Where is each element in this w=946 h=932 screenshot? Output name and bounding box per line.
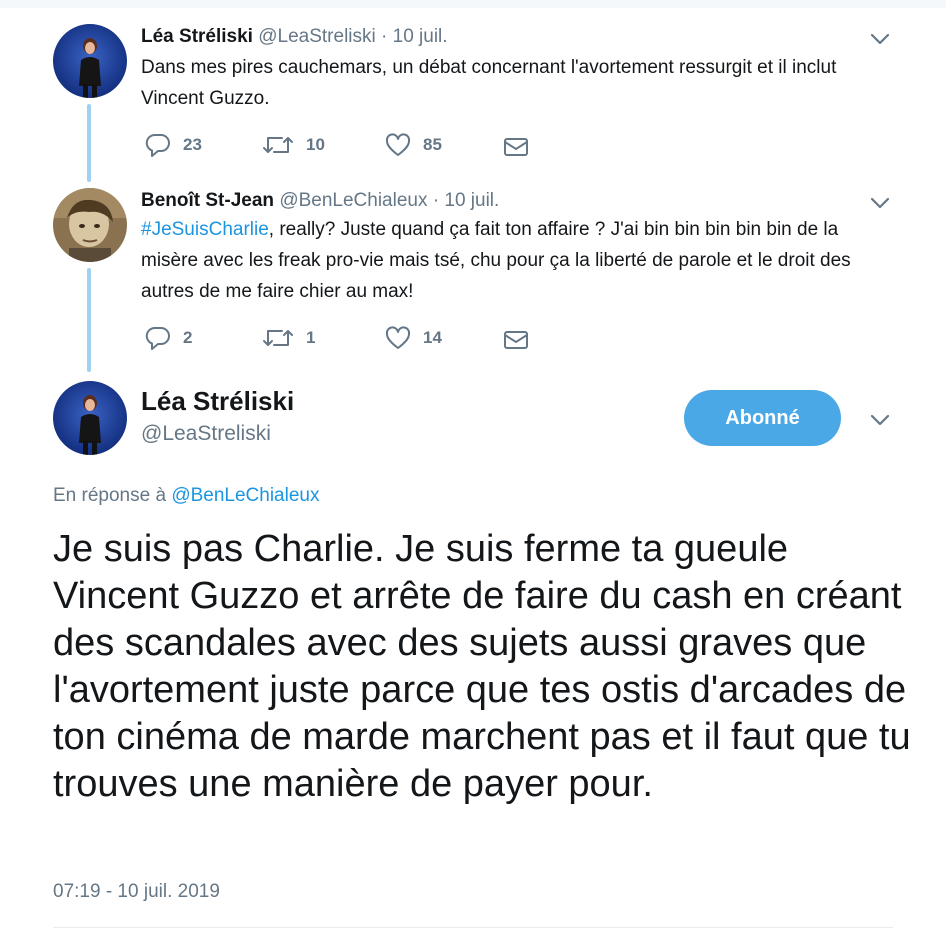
separator: · <box>432 190 440 211</box>
reply-button[interactable]: 23 <box>145 131 202 159</box>
author-name[interactable]: Léa Stréliski <box>141 386 294 417</box>
author-name[interactable]: Benoît St-Jean <box>141 190 274 211</box>
author-name[interactable]: Léa Stréliski <box>141 26 253 47</box>
reply-mention-link[interactable]: @BenLeChialeux <box>171 485 319 506</box>
dm-icon <box>503 136 529 158</box>
chevron-down-icon[interactable] <box>870 32 890 46</box>
reply-icon <box>145 132 171 158</box>
tweet-text: Dans mes pires cauchemars, un débat conc… <box>141 57 837 109</box>
dm-button[interactable] <box>503 326 529 354</box>
reply-icon <box>145 325 171 351</box>
tweet-date[interactable]: 10 juil. <box>444 190 499 211</box>
reply-prefix: En réponse à <box>53 485 167 506</box>
thread-line <box>87 104 91 182</box>
author-handle[interactable]: @LeaStreliski <box>141 422 271 446</box>
tweet-header: Benoît St-Jean @BenLeChialeux · 10 juil. <box>141 190 499 212</box>
chevron-down-icon[interactable] <box>870 413 890 427</box>
like-button[interactable]: 14 <box>385 324 442 352</box>
hashtag-link[interactable]: #JeSuisCharlie <box>141 219 269 240</box>
like-icon <box>385 326 411 350</box>
like-count: 14 <box>423 328 442 347</box>
tweet-header: Léa Stréliski @LeaStreliski · 10 juil. <box>141 26 448 48</box>
follow-button[interactable]: Abonné <box>684 390 841 446</box>
author-handle[interactable]: @LeaStreliski <box>258 26 376 47</box>
top-bar <box>0 0 946 8</box>
retweet-count: 1 <box>306 328 316 347</box>
retweet-count: 10 <box>306 135 325 154</box>
dm-button[interactable] <box>503 133 529 161</box>
retweet-button[interactable]: 10 <box>262 131 325 159</box>
like-count: 85 <box>423 135 442 154</box>
avatar-lea[interactable] <box>53 24 127 98</box>
retweet-button[interactable]: 1 <box>262 324 315 352</box>
dm-icon <box>503 329 529 351</box>
reply-button[interactable]: 2 <box>145 324 192 352</box>
tweet-timestamp[interactable]: 07:19 - 10 juil. 2019 <box>53 881 220 903</box>
avatar-benoit[interactable] <box>53 188 127 262</box>
avatar-lea[interactable] <box>53 381 127 455</box>
chevron-down-icon[interactable] <box>870 196 890 210</box>
like-button[interactable]: 85 <box>385 131 442 159</box>
main-tweet-text: Je suis pas Charlie. Je suis ferme ta gu… <box>53 528 911 805</box>
tweet-date[interactable]: 10 juil. <box>393 26 448 47</box>
reply-context: En réponse à @BenLeChialeux <box>53 485 319 507</box>
separator: · <box>381 26 388 47</box>
reply-count: 2 <box>183 328 193 347</box>
retweet-icon <box>262 132 294 158</box>
tweet-text: #JeSuisCharlie, really? Juste quand ça f… <box>141 214 891 307</box>
divider <box>53 927 893 928</box>
reply-count: 23 <box>183 135 202 154</box>
like-icon <box>385 133 411 157</box>
retweet-icon <box>262 325 294 351</box>
thread-line <box>87 268 91 372</box>
author-handle[interactable]: @BenLeChialeux <box>279 190 427 211</box>
